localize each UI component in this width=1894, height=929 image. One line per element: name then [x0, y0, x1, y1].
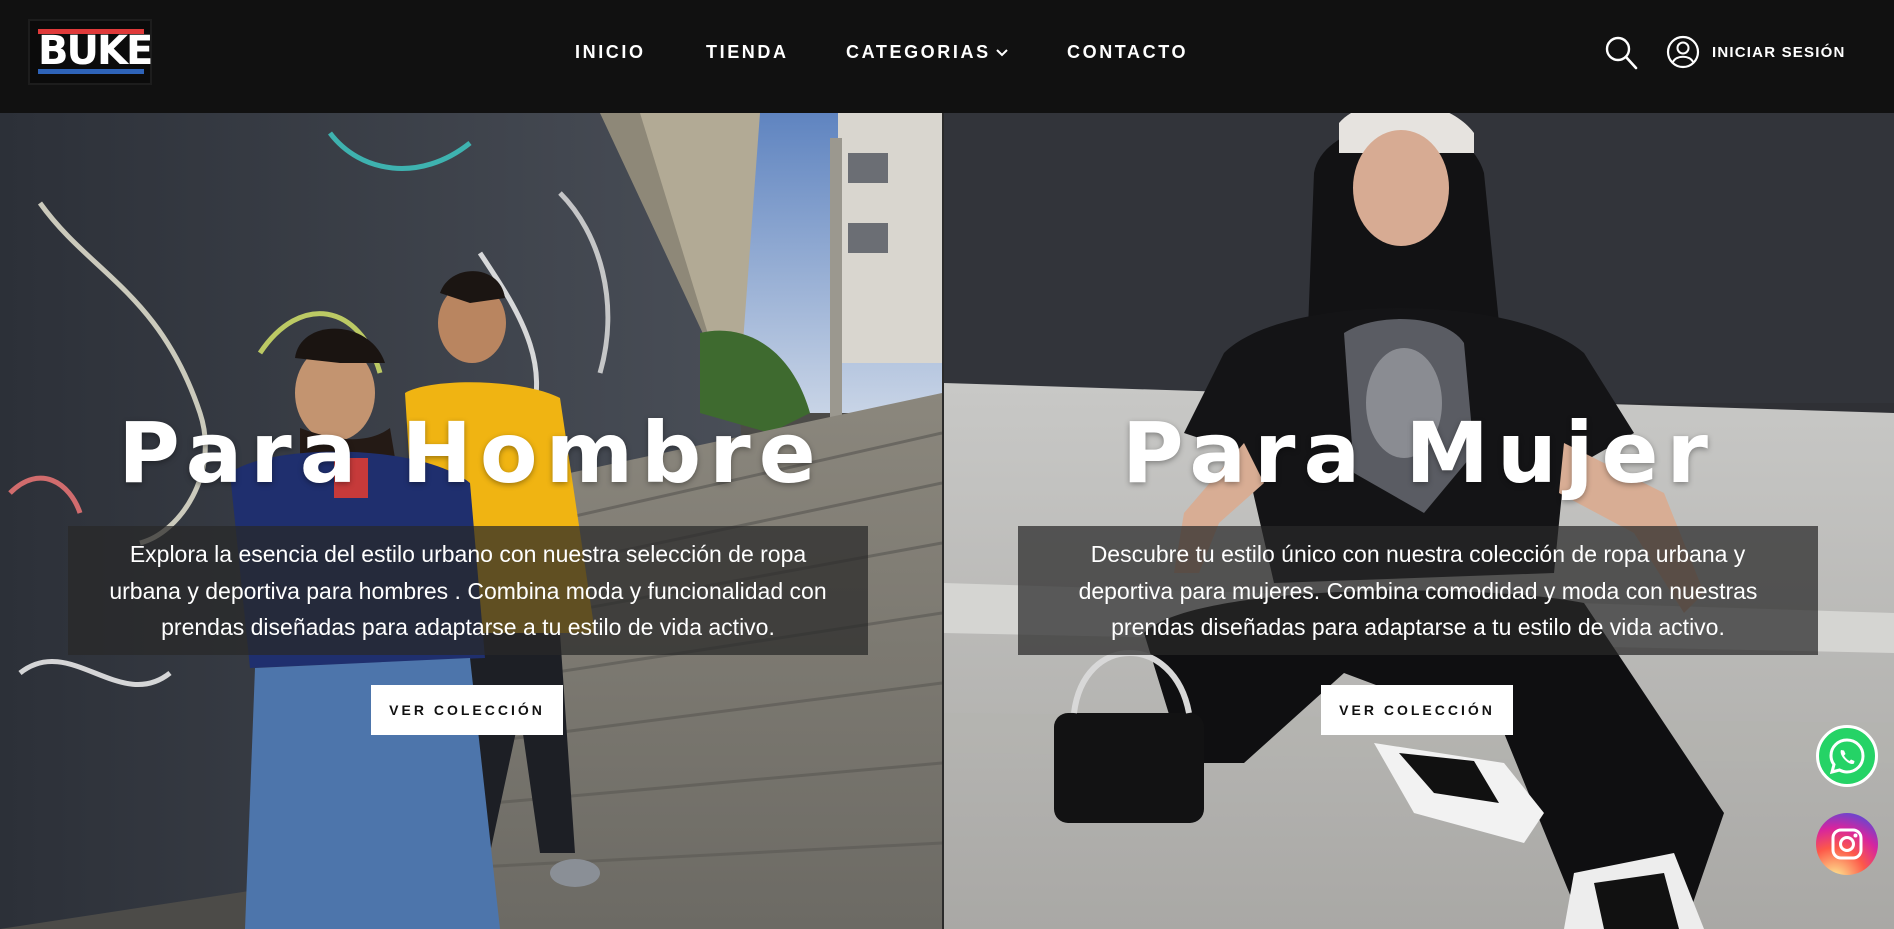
search-icon[interactable]: [1604, 35, 1638, 71]
hero-men-title: Para Hombre: [118, 404, 824, 502]
site-header: BUKE INICIO TIENDA CATEGORIAS CONTACTO I…: [0, 0, 1894, 113]
nav-item-tienda[interactable]: TIENDA: [706, 40, 789, 64]
view-men-collection-button[interactable]: VER COLECCIÓN: [371, 685, 563, 735]
hero-women-desc-line: deportiva para mujeres. Combina comodida…: [1078, 577, 1758, 604]
instagram-button[interactable]: [1816, 813, 1878, 875]
instagram-icon: [1831, 828, 1863, 860]
view-women-collection-button[interactable]: VER COLECCIÓN: [1321, 685, 1513, 735]
login-label: INICIAR SESIÓN: [1712, 43, 1846, 61]
user-circle-icon: [1666, 35, 1700, 69]
nav-item-categorias[interactable]: CATEGORIAS: [846, 40, 1009, 64]
hero-men-desc-line: Explora la esencia del estilo urbano con…: [129, 541, 807, 567]
hero-women-panel[interactable]: Para Mujer Descubre tu estilo único con …: [944, 113, 1894, 929]
logo-blue-stripe: [38, 69, 144, 74]
nav-item-contacto[interactable]: CONTACTO: [1067, 40, 1188, 64]
hero-women-desc-line: Descubre tu estilo único con nuestra col…: [1090, 541, 1746, 567]
hero-men-image: [0, 113, 942, 929]
hero-men-description: Explora la esencia del estilo urbano con…: [68, 526, 868, 655]
whatsapp-icon: [1829, 738, 1865, 775]
nav-item-categorias-label: CATEGORIAS: [846, 42, 991, 62]
login-link[interactable]: INICIAR SESIÓN: [1666, 33, 1845, 71]
hero-men-panel[interactable]: Para Hombre Explora la esencia del estil…: [0, 113, 942, 929]
hero-women-title: Para Mujer: [1122, 404, 1716, 502]
hero-women-desc-line: prendas diseñadas para adaptarse a tu es…: [1111, 614, 1725, 640]
chevron-down-icon: [995, 49, 1008, 57]
hero-men-desc-line: prendas diseñadas para adaptarse a tu es…: [161, 614, 775, 640]
hero-men-desc-line: urbana y deportiva para hombres . Combin…: [109, 577, 827, 604]
nav-item-inicio[interactable]: INICIO: [575, 40, 646, 64]
hero-women-description: Descubre tu estilo único con nuestra col…: [1018, 526, 1818, 655]
whatsapp-button[interactable]: [1816, 725, 1878, 787]
hero-women-image: [944, 113, 1894, 929]
